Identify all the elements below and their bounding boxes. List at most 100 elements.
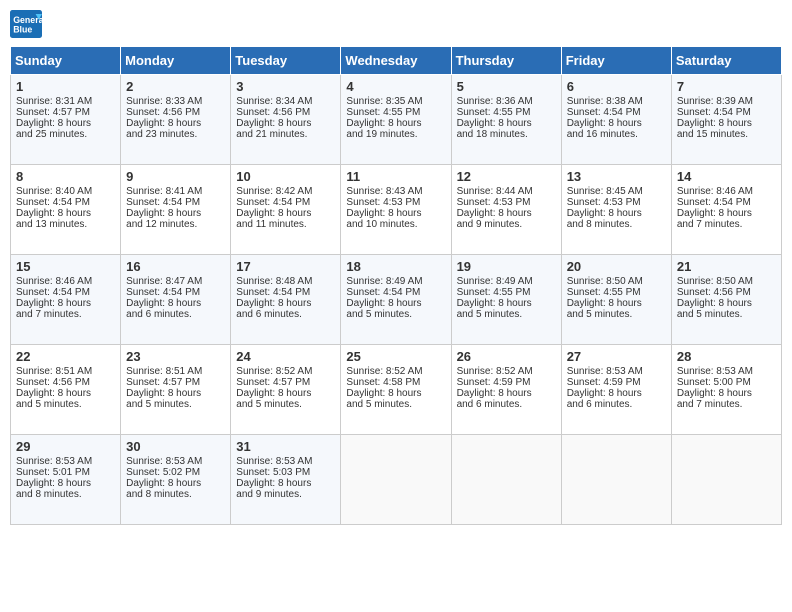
col-header-sunday: Sunday xyxy=(11,47,121,75)
day-info: and 6 minutes. xyxy=(567,399,666,410)
day-info: and 5 minutes. xyxy=(126,399,225,410)
day-number: 27 xyxy=(567,349,666,364)
day-info: Sunset: 4:54 PM xyxy=(236,287,335,298)
day-info: Daylight: 8 hours xyxy=(236,118,335,129)
logo: General Blue xyxy=(10,10,42,38)
calendar-cell: 7Sunrise: 8:39 AMSunset: 4:54 PMDaylight… xyxy=(671,75,781,165)
day-number: 15 xyxy=(16,259,115,274)
day-info: and 5 minutes. xyxy=(346,309,445,320)
day-info: Daylight: 8 hours xyxy=(236,388,335,399)
day-info: Daylight: 8 hours xyxy=(346,298,445,309)
day-info: Daylight: 8 hours xyxy=(236,478,335,489)
day-info: Sunset: 4:56 PM xyxy=(126,107,225,118)
day-info: Daylight: 8 hours xyxy=(126,298,225,309)
day-info: and 21 minutes. xyxy=(236,129,335,140)
day-number: 25 xyxy=(346,349,445,364)
day-info: Daylight: 8 hours xyxy=(126,388,225,399)
day-info: Daylight: 8 hours xyxy=(457,388,556,399)
calendar-cell: 22Sunrise: 8:51 AMSunset: 4:56 PMDayligh… xyxy=(11,345,121,435)
day-info: and 13 minutes. xyxy=(16,219,115,230)
day-info: and 5 minutes. xyxy=(567,309,666,320)
day-info: Daylight: 8 hours xyxy=(457,298,556,309)
day-info: and 7 minutes. xyxy=(677,399,776,410)
day-info: and 25 minutes. xyxy=(16,129,115,140)
day-info: Sunset: 4:59 PM xyxy=(567,377,666,388)
day-info: Sunset: 4:54 PM xyxy=(677,197,776,208)
calendar-cell xyxy=(671,435,781,525)
day-info: Daylight: 8 hours xyxy=(346,208,445,219)
day-number: 24 xyxy=(236,349,335,364)
day-info: Sunrise: 8:43 AM xyxy=(346,186,445,197)
calendar-cell: 4Sunrise: 8:35 AMSunset: 4:55 PMDaylight… xyxy=(341,75,451,165)
day-info: Daylight: 8 hours xyxy=(126,478,225,489)
day-info: Daylight: 8 hours xyxy=(677,388,776,399)
day-info: and 12 minutes. xyxy=(126,219,225,230)
day-info: Daylight: 8 hours xyxy=(236,208,335,219)
day-info: Daylight: 8 hours xyxy=(126,208,225,219)
day-info: Sunrise: 8:40 AM xyxy=(16,186,115,197)
day-info: and 5 minutes. xyxy=(236,399,335,410)
day-number: 13 xyxy=(567,169,666,184)
day-info: Sunset: 4:54 PM xyxy=(236,197,335,208)
day-info: Sunset: 5:01 PM xyxy=(16,467,115,478)
calendar-cell: 16Sunrise: 8:47 AMSunset: 4:54 PMDayligh… xyxy=(121,255,231,345)
day-number: 26 xyxy=(457,349,556,364)
day-info: Sunrise: 8:48 AM xyxy=(236,276,335,287)
day-info: Daylight: 8 hours xyxy=(567,298,666,309)
calendar-cell: 17Sunrise: 8:48 AMSunset: 4:54 PMDayligh… xyxy=(231,255,341,345)
calendar-cell: 29Sunrise: 8:53 AMSunset: 5:01 PMDayligh… xyxy=(11,435,121,525)
day-info: Daylight: 8 hours xyxy=(457,208,556,219)
day-info: and 6 minutes. xyxy=(457,399,556,410)
calendar-cell: 3Sunrise: 8:34 AMSunset: 4:56 PMDaylight… xyxy=(231,75,341,165)
day-info: Sunset: 4:57 PM xyxy=(16,107,115,118)
day-number: 18 xyxy=(346,259,445,274)
calendar-cell xyxy=(561,435,671,525)
day-info: Sunrise: 8:38 AM xyxy=(567,96,666,107)
day-info: Sunrise: 8:49 AM xyxy=(457,276,556,287)
day-info: Sunset: 4:59 PM xyxy=(457,377,556,388)
day-info: Daylight: 8 hours xyxy=(457,118,556,129)
day-info: Sunset: 4:55 PM xyxy=(457,287,556,298)
day-info: Sunrise: 8:50 AM xyxy=(567,276,666,287)
day-info: and 8 minutes. xyxy=(567,219,666,230)
day-info: Sunrise: 8:53 AM xyxy=(126,456,225,467)
day-info: and 11 minutes. xyxy=(236,219,335,230)
day-info: and 6 minutes. xyxy=(126,309,225,320)
day-info: Sunrise: 8:46 AM xyxy=(16,276,115,287)
day-info: Sunrise: 8:53 AM xyxy=(677,366,776,377)
day-info: Sunset: 4:54 PM xyxy=(677,107,776,118)
day-info: Daylight: 8 hours xyxy=(16,118,115,129)
day-info: Sunrise: 8:46 AM xyxy=(677,186,776,197)
calendar-cell xyxy=(341,435,451,525)
day-info: Sunrise: 8:41 AM xyxy=(126,186,225,197)
calendar-cell: 1Sunrise: 8:31 AMSunset: 4:57 PMDaylight… xyxy=(11,75,121,165)
day-info: and 18 minutes. xyxy=(457,129,556,140)
day-info: Daylight: 8 hours xyxy=(16,388,115,399)
calendar-cell: 6Sunrise: 8:38 AMSunset: 4:54 PMDaylight… xyxy=(561,75,671,165)
calendar-cell: 19Sunrise: 8:49 AMSunset: 4:55 PMDayligh… xyxy=(451,255,561,345)
day-info: Daylight: 8 hours xyxy=(236,298,335,309)
day-info: Sunset: 4:57 PM xyxy=(236,377,335,388)
day-info: Sunset: 4:58 PM xyxy=(346,377,445,388)
day-info: Sunset: 4:54 PM xyxy=(567,107,666,118)
day-info: and 8 minutes. xyxy=(16,489,115,500)
day-info: Sunrise: 8:42 AM xyxy=(236,186,335,197)
day-info: Sunset: 4:54 PM xyxy=(346,287,445,298)
day-number: 11 xyxy=(346,169,445,184)
calendar-cell: 13Sunrise: 8:45 AMSunset: 4:53 PMDayligh… xyxy=(561,165,671,255)
day-info: Sunrise: 8:52 AM xyxy=(457,366,556,377)
day-number: 31 xyxy=(236,439,335,454)
day-info: Daylight: 8 hours xyxy=(677,208,776,219)
calendar-cell: 8Sunrise: 8:40 AMSunset: 4:54 PMDaylight… xyxy=(11,165,121,255)
day-info: and 23 minutes. xyxy=(126,129,225,140)
day-number: 10 xyxy=(236,169,335,184)
calendar-cell: 14Sunrise: 8:46 AMSunset: 4:54 PMDayligh… xyxy=(671,165,781,255)
day-info: and 15 minutes. xyxy=(677,129,776,140)
day-number: 5 xyxy=(457,79,556,94)
day-info: Sunset: 5:03 PM xyxy=(236,467,335,478)
day-info: Daylight: 8 hours xyxy=(567,208,666,219)
day-info: Daylight: 8 hours xyxy=(346,118,445,129)
day-info: Daylight: 8 hours xyxy=(677,118,776,129)
day-info: Sunset: 4:54 PM xyxy=(16,287,115,298)
day-number: 28 xyxy=(677,349,776,364)
